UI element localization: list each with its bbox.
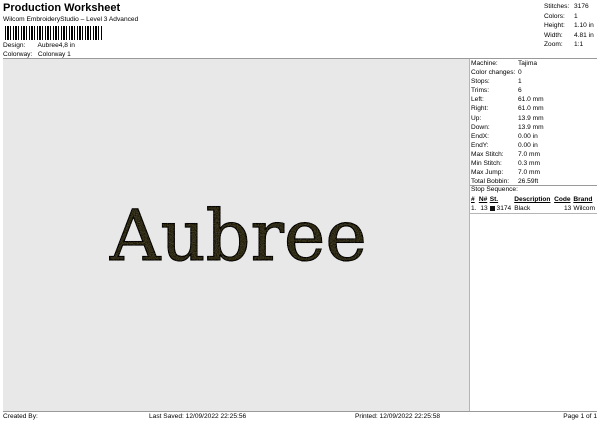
footer-divider: [3, 411, 597, 412]
table-row: 1. 13 3174 Black 13 Wilcom: [470, 204, 597, 213]
summary-value: 4.81 in: [574, 31, 594, 39]
summary-label: Width:: [544, 31, 563, 39]
machine-row: Max Stitch: 7.0 mm: [471, 150, 597, 159]
machine-row: Trims: 6: [471, 86, 597, 95]
summary-row: Zoom: 1:1: [544, 40, 598, 50]
machine-row: EndY: 0.00 in: [471, 141, 597, 150]
machine-label: Left:: [471, 96, 484, 104]
summary-value: 1.10 in: [574, 22, 594, 30]
machine-value: 0.00 in: [518, 132, 538, 140]
machine-value: 7.0 mm: [518, 150, 540, 158]
summary-value: 1: [574, 12, 578, 20]
machine-row: Machine: Tajima: [471, 59, 597, 68]
summary-value: 1:1: [574, 41, 584, 49]
last-saved: Last Saved: 12/09/2022 22:25:56: [149, 413, 247, 420]
design-row: Design: Aubree4,8 in: [3, 42, 75, 49]
design-summary: Stitches: 3176 Colors: 1 Height: 1.10 in Wi…: [544, 2, 598, 50]
col-needle: N#: [478, 196, 488, 203]
machine-value: 61.0 mm: [518, 105, 544, 113]
worksheet-header: Production Worksheet Wilcom EmbroiderySt…: [3, 2, 543, 58]
machine-label: Up:: [471, 114, 482, 122]
summary-row: Colors: 1: [544, 12, 598, 22]
col-stitches: St.: [489, 196, 499, 203]
summary-row: Stitches: 3176: [544, 2, 598, 12]
stop-sequence-table: # N# St. Description Code Brand 1. 13 31…: [470, 195, 597, 213]
embroidery-text: Aubree: [109, 195, 367, 277]
machine-value: 0.3 mm: [518, 160, 540, 168]
design-value: Aubree4,8 in: [37, 42, 75, 49]
summary-label: Stitches:: [544, 3, 570, 10]
embroidery-canvas: Aubree: [108, 194, 367, 277]
machine-info: Machine: Tajima Color changes: 0 Stops: 1 T…: [471, 59, 597, 186]
row-needle: 13: [480, 205, 488, 212]
summary-value: 3176: [574, 3, 589, 10]
page-number: Page 1 of 1: [563, 413, 597, 420]
panel-divider: [469, 59, 470, 411]
colorway-label: Colorway:: [3, 51, 33, 58]
machine-value: 7.0 mm: [518, 169, 540, 177]
col-code: Code: [554, 196, 571, 203]
machine-label: Down:: [471, 123, 490, 131]
machine-row: Color changes: 0: [471, 68, 597, 77]
machine-row: Max Jump: 7.0 mm: [471, 168, 597, 177]
stop-sequence-title: Stop Sequence:: [471, 186, 518, 193]
row-number: 1.: [471, 205, 477, 212]
machine-value: 13.9 mm: [518, 114, 544, 122]
thread-color-swatch: [489, 205, 495, 211]
machine-row: Right: 61.0 mm: [471, 104, 597, 113]
summary-label: Zoom:: [544, 41, 563, 49]
machine-value: 0: [518, 69, 522, 77]
machine-label: EndX:: [471, 132, 489, 140]
printed-date: Printed: 12/09/2022 22:25:58: [355, 413, 441, 420]
machine-label: Max Jump:: [471, 169, 504, 177]
machine-row: Up: 13.9 mm: [471, 114, 597, 123]
summary-row: Width: 4.81 in: [544, 31, 598, 41]
machine-label: Right:: [471, 105, 489, 113]
created-by: Created By:: [3, 413, 38, 420]
machine-row: EndX: 0.00 in: [471, 132, 597, 141]
summary-label: Height:: [544, 22, 565, 30]
machine-label: Stops:: [471, 78, 490, 86]
machine-label: Trims:: [471, 87, 490, 95]
summary-label: Colors:: [544, 12, 565, 20]
barcode: [5, 26, 103, 40]
colorway-row: Colorway: Colorway 1: [3, 51, 71, 58]
machine-row: Stops: 1: [471, 77, 597, 86]
col-number: #: [471, 196, 475, 203]
machine-label: Max Stitch:: [471, 150, 504, 158]
machine-value: 0.00 in: [518, 141, 538, 149]
machine-value: 13.9 mm: [518, 123, 544, 131]
machine-row: Left: 61.0 mm: [471, 95, 597, 104]
machine-row: Min Stitch: 0.3 mm: [471, 159, 597, 168]
row-code: 13: [564, 205, 572, 212]
machine-value: Tajima: [518, 60, 538, 67]
design-preview: Aubree: [3, 59, 469, 411]
machine-value: 61.0 mm: [518, 96, 544, 104]
row-stitches: 3174: [496, 205, 512, 212]
summary-row: Height: 1.10 in: [544, 21, 598, 31]
machine-label: Machine:: [471, 60, 498, 67]
design-label: Design:: [3, 42, 26, 49]
table-bottom-line: [470, 213, 597, 214]
machine-label: EndY:: [471, 141, 489, 149]
machine-value: 1: [518, 78, 522, 86]
machine-label: Color changes:: [471, 69, 516, 77]
table-header-row: # N# St. Description Code Brand: [470, 195, 597, 204]
col-description: Description: [514, 196, 551, 203]
row-description: Black: [514, 205, 531, 212]
machine-value: 6: [518, 87, 522, 95]
software-subtitle: Wilcom EmbroideryStudio – Level 3 Advanc…: [3, 16, 139, 23]
worksheet-footer: Created By: Last Saved: 12/09/2022 22:25…: [3, 413, 597, 422]
page-title: Production Worksheet: [3, 2, 121, 14]
colorway-value: Colorway 1: [37, 51, 71, 58]
machine-label: Min Stitch:: [471, 160, 502, 168]
row-brand: Wilcom: [573, 205, 595, 212]
row-stitches-cell: 3174: [489, 204, 514, 213]
machine-row: Down: 13.9 mm: [471, 123, 597, 132]
col-brand: Brand: [573, 196, 593, 203]
